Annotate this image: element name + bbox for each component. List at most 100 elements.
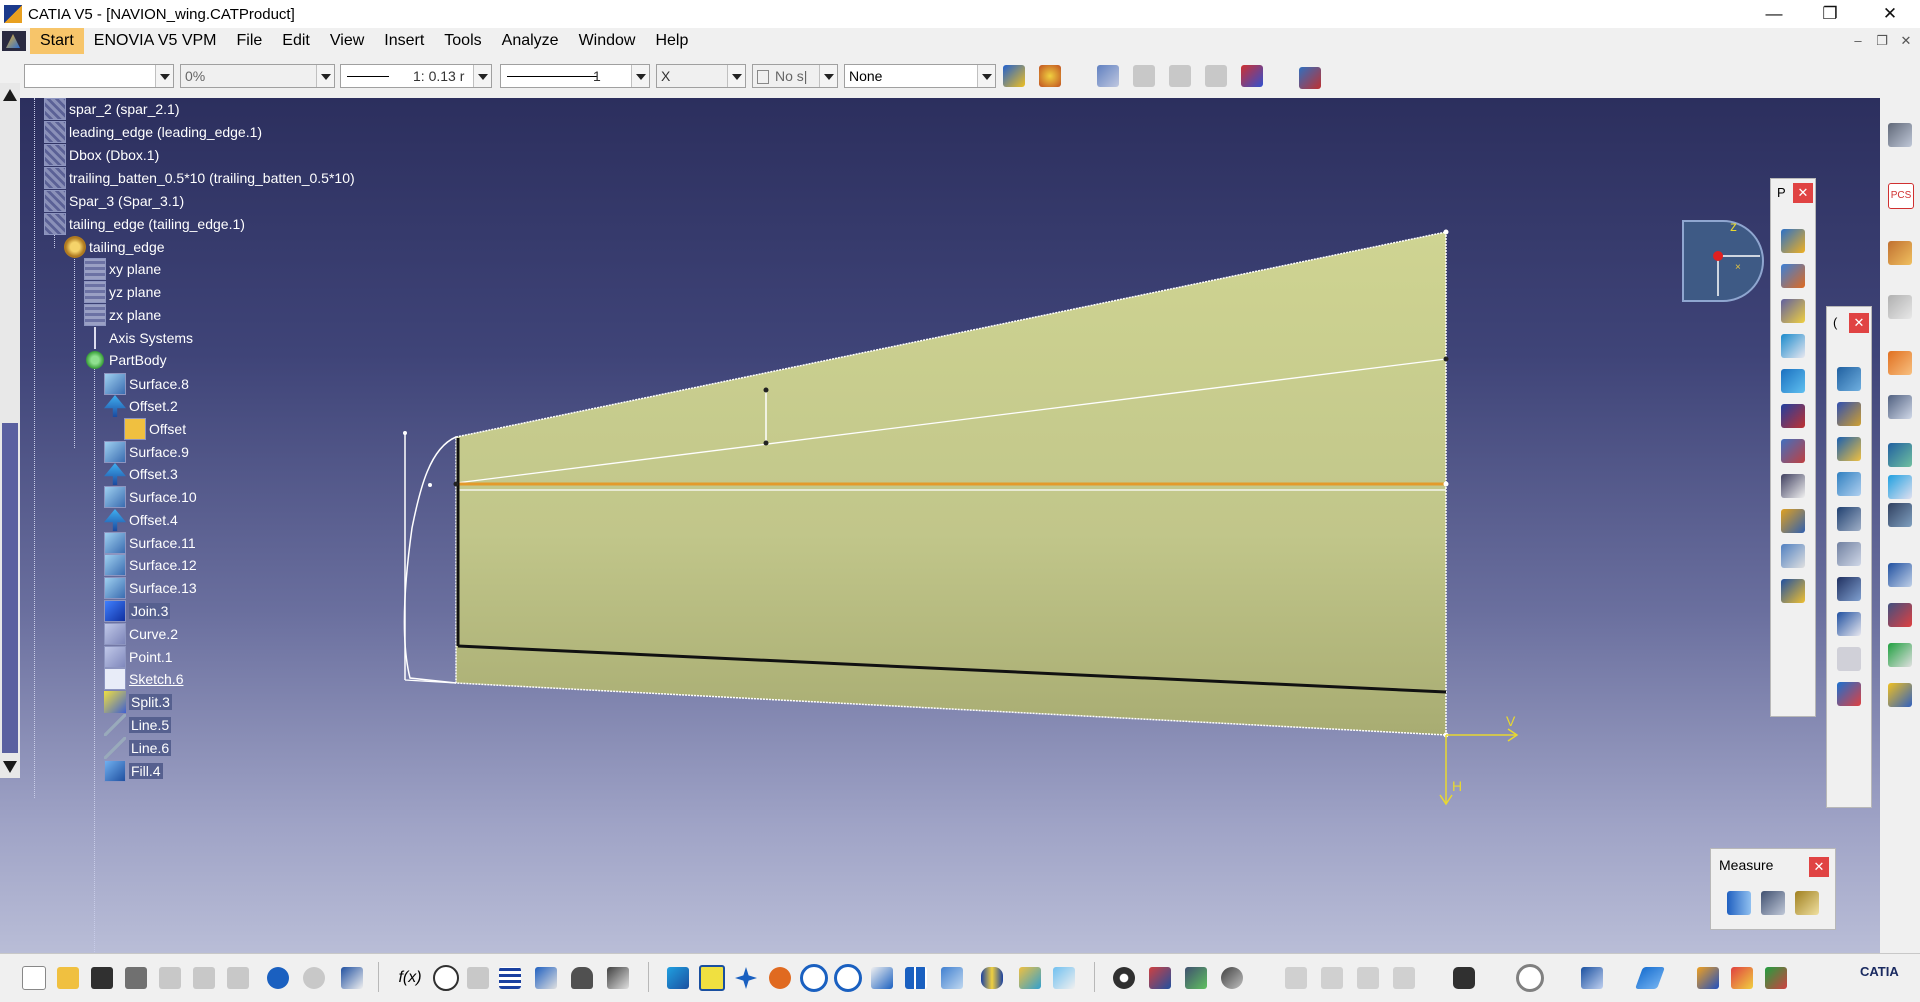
tool-icon[interactable] [1888, 241, 1912, 265]
fly-mode-icon[interactable] [664, 964, 692, 992]
chevron-down-icon[interactable] [631, 65, 649, 87]
tree-item[interactable]: tailing_edge (tailing_edge.1) [44, 213, 245, 235]
tree-item[interactable]: Join.3 [104, 600, 171, 622]
fit-all-icon[interactable] [698, 964, 726, 992]
tool-icon[interactable] [1837, 402, 1861, 426]
tool-icon[interactable] [1781, 544, 1805, 568]
close-icon[interactable]: ✕ [1862, 0, 1918, 28]
tool-icon[interactable] [1888, 683, 1912, 707]
close-icon[interactable]: ✕ [1809, 857, 1829, 877]
point-type-combo[interactable]: X [656, 64, 746, 88]
catia-app-icon[interactable] [4, 5, 22, 23]
doc-minimize-icon[interactable]: – [1848, 31, 1868, 51]
tree-item[interactable]: Surface.10 [104, 486, 197, 508]
chevron-down-icon[interactable] [727, 65, 745, 87]
chevron-down-icon[interactable] [473, 65, 491, 87]
doc-close-icon[interactable]: ✕ [1896, 31, 1916, 51]
rendering-style-combo[interactable]: None [844, 64, 996, 88]
tool-icon[interactable] [1888, 603, 1912, 627]
tool-icon[interactable] [1888, 475, 1912, 499]
tool-icon[interactable] [1888, 503, 1912, 527]
options-gear-icon[interactable] [1110, 964, 1138, 992]
scroll-down-icon[interactable] [3, 761, 17, 773]
tool-icon[interactable] [1781, 474, 1805, 498]
tree-item[interactable]: Surface.13 [104, 577, 197, 599]
tool-icon[interactable] [1888, 395, 1912, 419]
doc-restore-icon[interactable]: ❐ [1872, 31, 1892, 51]
undo-icon[interactable] [264, 964, 292, 992]
tree-item[interactable]: Split.3 [104, 691, 172, 713]
check-icon[interactable] [604, 964, 632, 992]
multi-view-icon[interactable] [902, 964, 930, 992]
knowledge-icon[interactable] [1296, 64, 1324, 92]
tree-item[interactable]: Sketch.6 [104, 668, 183, 690]
menu-start[interactable]: Start [30, 28, 84, 54]
line-thickness-combo[interactable]: 1: 0.13 r [340, 64, 492, 88]
tree-item[interactable]: yz plane [84, 281, 161, 303]
tree-item[interactable]: Surface.11 [104, 532, 196, 554]
menu-tools[interactable]: Tools [434, 28, 491, 54]
tree-item[interactable]: leading_edge (leading_edge.1) [44, 121, 262, 143]
tool-icon[interactable] [1837, 437, 1861, 461]
tool-icon[interactable] [1781, 579, 1805, 603]
tool-icon[interactable] [1837, 367, 1861, 391]
tree-item[interactable]: Spar_3 (Spar_3.1) [44, 190, 184, 212]
menu-insert[interactable]: Insert [374, 28, 434, 54]
tool-icon[interactable] [1837, 542, 1861, 566]
chevron-down-icon[interactable] [819, 65, 837, 87]
comment-icon[interactable] [432, 964, 460, 992]
tool-icon[interactable] [1888, 643, 1912, 667]
scroll-thumb[interactable] [2, 423, 18, 753]
capture-icon[interactable] [1450, 964, 1478, 992]
transparency-combo[interactable]: 0% [180, 64, 335, 88]
tree-item[interactable]: tailing_edge [64, 236, 165, 258]
menu-edit[interactable]: Edit [272, 28, 320, 54]
swap-space-icon[interactable] [1050, 964, 1078, 992]
tool-icon[interactable] [1837, 507, 1861, 531]
normal-view-icon[interactable] [868, 964, 896, 992]
menu-file[interactable]: File [227, 28, 273, 54]
formula-icon[interactable]: f(x) [396, 964, 424, 992]
zoom-in-icon[interactable] [800, 964, 828, 992]
tree-item[interactable]: PartBody [84, 349, 167, 371]
tree-item[interactable]: Surface.8 [104, 373, 189, 395]
pcs-icon[interactable]: PCS [1888, 183, 1914, 209]
tool-icon[interactable] [1837, 577, 1861, 601]
tool-icon[interactable] [1781, 509, 1805, 533]
tool-icon[interactable] [1634, 964, 1666, 992]
tree-item[interactable]: Surface.9 [104, 441, 189, 463]
open-icon[interactable] [54, 964, 82, 992]
save-icon[interactable] [88, 964, 116, 992]
tool-icon[interactable] [1781, 369, 1805, 393]
floating-toolbar-2[interactable]: ( ✕ [1826, 306, 1872, 808]
graphic-properties-icon[interactable] [1036, 62, 1064, 90]
tree-item[interactable]: Fill.4 [104, 760, 163, 782]
menu-help[interactable]: Help [645, 28, 698, 54]
knowledge-tool-icon[interactable] [532, 964, 560, 992]
restore-icon[interactable]: ❐ [1802, 0, 1858, 28]
tool-icon[interactable] [1781, 264, 1805, 288]
tool-icon[interactable] [1837, 472, 1861, 496]
tool-icon[interactable] [1728, 964, 1756, 992]
menu-window[interactable]: Window [569, 28, 646, 54]
menu-enovia[interactable]: ENOVIA V5 VPM [84, 28, 227, 54]
chevron-down-icon[interactable] [316, 65, 334, 87]
print-icon[interactable] [122, 964, 150, 992]
tool-icon[interactable] [1694, 964, 1722, 992]
tree-item[interactable]: Offset.4 [104, 509, 178, 531]
menu-analyze[interactable]: Analyze [492, 28, 569, 54]
catia-compass-logo-icon[interactable] [2, 31, 26, 51]
tree-item[interactable]: Dbox (Dbox.1) [44, 144, 159, 166]
tool-icon[interactable] [1218, 964, 1246, 992]
tree-item[interactable]: Line.6 [104, 737, 172, 759]
tree-scrollbar[interactable] [0, 83, 20, 778]
measure-item-icon[interactable] [1761, 891, 1785, 915]
tool-icon[interactable] [1781, 299, 1805, 323]
tool-icon[interactable] [1888, 563, 1912, 587]
tool-icon[interactable] [1837, 682, 1861, 706]
close-icon[interactable]: ✕ [1849, 313, 1869, 333]
tool-icon[interactable] [1146, 964, 1174, 992]
tree-item[interactable]: Point.1 [104, 646, 173, 668]
3d-viewport[interactable]: × z V H spar_2 (spar_2.1) leading_edge (… [0, 98, 1880, 953]
format-painter-icon[interactable] [1000, 62, 1028, 90]
